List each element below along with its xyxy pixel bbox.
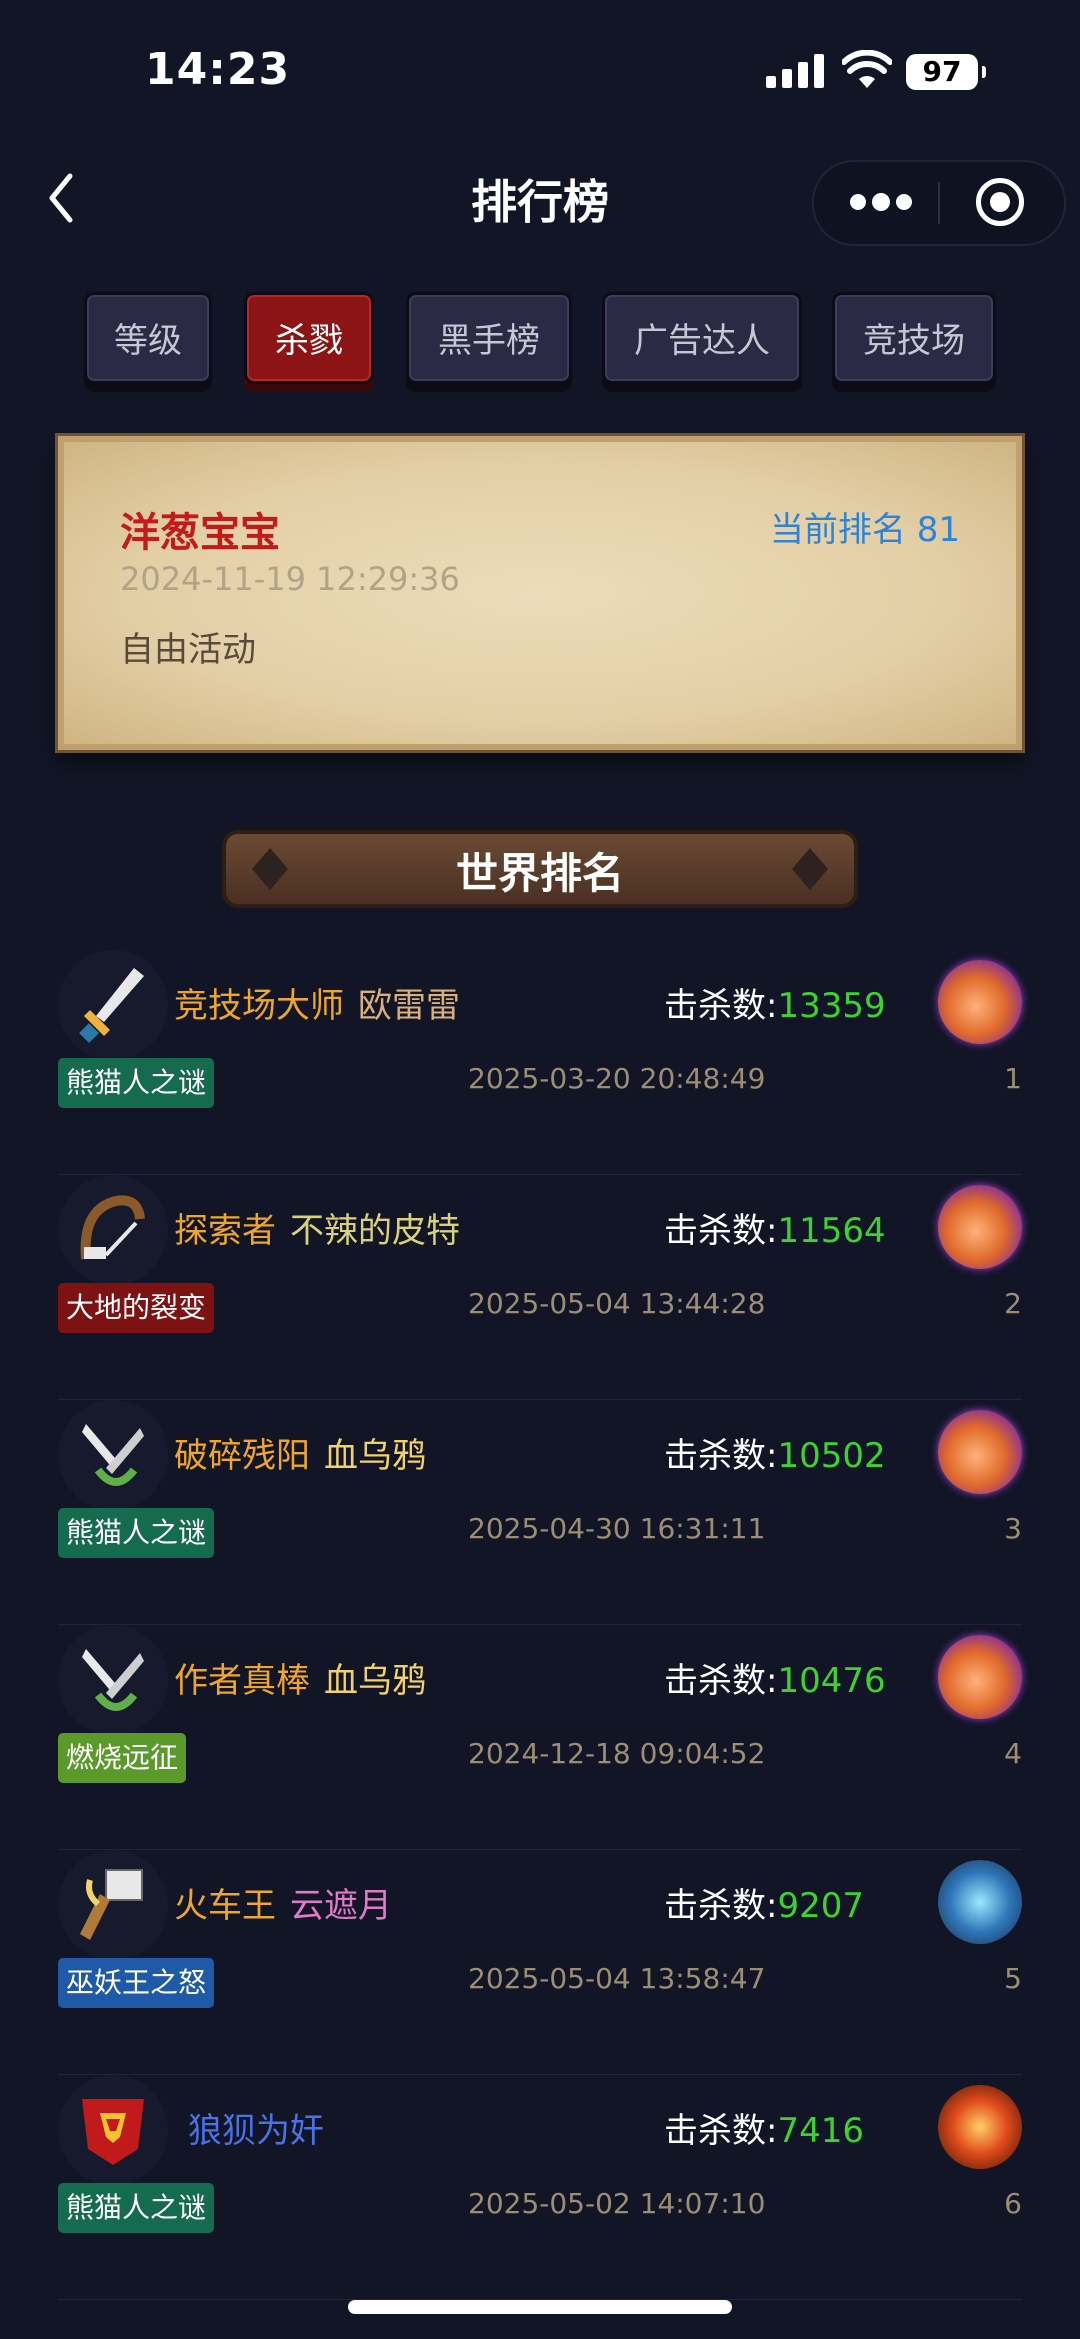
rank-number: 5 bbox=[1004, 1962, 1022, 1995]
tab-kills[interactable]: 杀戮 bbox=[244, 292, 374, 384]
player-avatar bbox=[58, 950, 168, 1060]
player-title-name: 破碎残阳 血乌鸦 bbox=[174, 1428, 426, 1477]
kill-count-value: 10476 bbox=[777, 1661, 886, 1701]
player-name: 云遮月 bbox=[290, 1886, 392, 1926]
record-date: 2025-04-30 16:31:11 bbox=[468, 1512, 766, 1545]
player-title-name: 狼狈为奸 bbox=[188, 2103, 324, 2152]
miniprogram-capsule bbox=[812, 160, 1066, 246]
close-target-icon[interactable] bbox=[976, 178, 1024, 226]
tab-level[interactable]: 等级 bbox=[84, 292, 212, 384]
rank-number: 6 bbox=[1004, 2187, 1022, 2220]
rank-medal-icon bbox=[938, 1860, 1022, 1944]
kill-count-value: 13359 bbox=[777, 986, 886, 1026]
record-date: 2024-12-18 09:04:52 bbox=[468, 1737, 766, 1770]
player-avatar bbox=[58, 1850, 168, 1960]
ranking-row[interactable]: 大地的裂变 探索者 不辣的皮特 击杀数:11564 2025-05-04 13:44:2… bbox=[58, 1175, 1022, 1400]
player-avatar bbox=[58, 2075, 168, 2185]
player-avatar bbox=[58, 1175, 168, 1285]
player-title: 火车王 bbox=[174, 1886, 276, 1926]
sword-icon bbox=[76, 964, 150, 1046]
ranking-row[interactable]: 燃烧远征 作者真棒 血乌鸦 击杀数:10476 2024-12-18 09:04:52 4 bbox=[58, 1625, 1022, 1850]
kill-count-label: 击杀数: bbox=[664, 1661, 778, 1701]
rank-number: 4 bbox=[1004, 1737, 1022, 1770]
kill-count: 击杀数:10502 bbox=[664, 1428, 886, 1477]
kill-count-label: 击杀数: bbox=[664, 986, 778, 1026]
player-avatar bbox=[58, 1400, 168, 1510]
my-rank-card: 洋葱宝宝 当前排名 81 2024-11-19 12:29:36 自由活动 bbox=[58, 436, 1022, 750]
expansion-tag: 大地的裂变 bbox=[58, 1283, 215, 1333]
player-name: 不辣的皮特 bbox=[290, 1211, 460, 1251]
kill-count: 击杀数:7416 bbox=[664, 2103, 864, 2152]
player-title: 作者真棒 bbox=[174, 1661, 310, 1701]
kill-count-value: 9207 bbox=[777, 1886, 864, 1926]
record-date: 2025-05-04 13:58:47 bbox=[468, 1962, 766, 1995]
kill-count: 击杀数:10476 bbox=[664, 1653, 886, 1702]
kill-count: 击杀数:13359 bbox=[664, 978, 886, 1027]
daggers-icon bbox=[76, 1414, 150, 1496]
expansion-tag: 熊猫人之谜 bbox=[58, 2183, 215, 2233]
ranking-row[interactable]: 熊猫人之谜 狼狈为奸 击杀数:7416 2025-05-02 14:07:10 6 bbox=[58, 2075, 1022, 2300]
rank-medal-icon bbox=[938, 960, 1022, 1044]
kill-count-label: 击杀数: bbox=[664, 2111, 778, 2151]
player-title: 破碎残阳 bbox=[174, 1436, 310, 1476]
record-date: 2025-03-20 20:48:49 bbox=[468, 1062, 766, 1095]
kill-count: 击杀数:11564 bbox=[664, 1203, 886, 1252]
tab-arena[interactable]: 竞技场 bbox=[832, 292, 996, 384]
player-avatar bbox=[58, 1625, 168, 1735]
battery-icon: 97 bbox=[906, 54, 986, 90]
wifi-icon bbox=[842, 50, 892, 88]
ranking-row[interactable]: 巫妖王之怒 火车王 云遮月 击杀数:9207 2025-05-04 13:58:47 5 bbox=[58, 1850, 1022, 2075]
player-title-name: 作者真棒 血乌鸦 bbox=[174, 1653, 426, 1702]
kill-count-value: 11564 bbox=[777, 1211, 886, 1251]
more-dots-icon[interactable] bbox=[850, 193, 912, 212]
tab-ad-master[interactable]: 广告达人 bbox=[602, 292, 802, 384]
cellular-signal-icon bbox=[766, 54, 824, 88]
hammer-icon bbox=[76, 1864, 150, 1946]
record-date: 2025-05-02 14:07:10 bbox=[468, 2187, 766, 2220]
my-activity: 自由活动 bbox=[120, 630, 256, 670]
kill-count-label: 击杀数: bbox=[664, 1886, 778, 1926]
rank-medal-icon bbox=[938, 1185, 1022, 1269]
ranking-row[interactable]: 熊猫人之谜 竞技场大师 欧雷雷 击杀数:13359 2025-03-20 20:48:4… bbox=[58, 950, 1022, 1175]
capsule-divider bbox=[938, 182, 940, 224]
player-title: 探索者 bbox=[174, 1211, 276, 1251]
rank-number: 1 bbox=[1004, 1062, 1022, 1095]
kill-count-value: 10502 bbox=[777, 1436, 886, 1476]
rank-medal-icon bbox=[938, 2085, 1022, 2169]
section-banner: 世界排名 bbox=[212, 826, 868, 912]
kill-count: 击杀数:9207 bbox=[664, 1878, 864, 1927]
ranking-row[interactable]: 熊猫人之谜 破碎残阳 血乌鸦 击杀数:10502 2025-04-30 16:31:11… bbox=[58, 1400, 1022, 1625]
player-title-name: 火车王 云遮月 bbox=[174, 1878, 392, 1927]
rank-medal-icon bbox=[938, 1410, 1022, 1494]
record-date: 2025-05-04 13:44:28 bbox=[468, 1287, 766, 1320]
player-name: 欧雷雷 bbox=[358, 986, 460, 1026]
section-title: 世界排名 bbox=[455, 849, 624, 898]
player-title-name: 竞技场大师 欧雷雷 bbox=[174, 978, 460, 1027]
player-title-name: 探索者 不辣的皮特 bbox=[174, 1203, 460, 1252]
rank-medal-icon bbox=[938, 1635, 1022, 1719]
expansion-tag: 燃烧远征 bbox=[58, 1733, 187, 1783]
home-indicator bbox=[348, 2300, 732, 2314]
my-current-rank: 当前排名 81 bbox=[769, 510, 960, 550]
tab-blackhand[interactable]: 黑手榜 bbox=[406, 292, 572, 384]
player-name: 血乌鸦 bbox=[324, 1661, 426, 1701]
expansion-tag: 熊猫人之谜 bbox=[58, 1508, 215, 1558]
player-name: 血乌鸦 bbox=[324, 1436, 426, 1476]
my-name: 洋葱宝宝 bbox=[120, 510, 280, 556]
horde-banner-icon bbox=[76, 2089, 150, 2171]
daggers-icon bbox=[76, 1639, 150, 1721]
my-timestamp: 2024-11-19 12:29:36 bbox=[120, 560, 460, 598]
whip-icon bbox=[76, 1189, 150, 1271]
expansion-tag: 熊猫人之谜 bbox=[58, 1058, 215, 1108]
rank-number: 3 bbox=[1004, 1512, 1022, 1545]
expansion-tag: 巫妖王之怒 bbox=[58, 1958, 215, 2008]
status-time: 14:23 bbox=[145, 44, 291, 95]
rank-number: 2 bbox=[1004, 1287, 1022, 1320]
player-title: 竞技场大师 bbox=[174, 986, 344, 1026]
kill-count-label: 击杀数: bbox=[664, 1436, 778, 1476]
player-name: 狼狈为奸 bbox=[188, 2111, 324, 2151]
kill-count-value: 7416 bbox=[777, 2111, 864, 2151]
kill-count-label: 击杀数: bbox=[664, 1211, 778, 1251]
status-bar: 14:23 97 bbox=[0, 0, 1080, 130]
